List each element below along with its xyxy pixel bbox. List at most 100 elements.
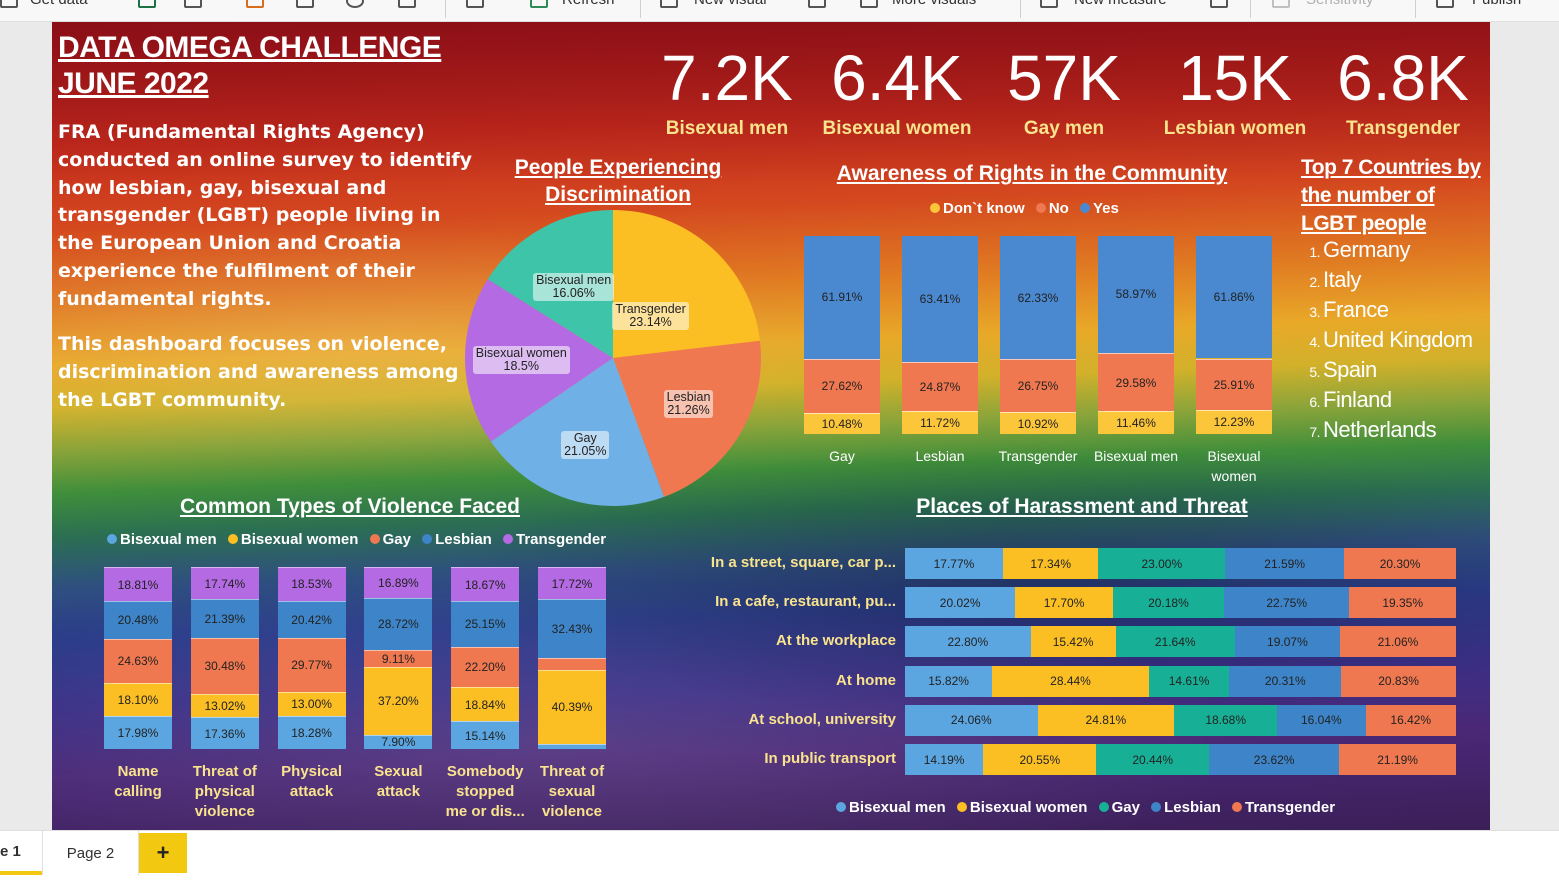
violence-bar[interactable]: 7.90% 37.20% 9.11% 28.72% 16.89% bbox=[364, 567, 433, 749]
legend-item[interactable]: Bisexual men bbox=[107, 531, 217, 548]
legend-item[interactable]: Bisexual women bbox=[956, 799, 1087, 816]
legend-item[interactable]: Don`t know bbox=[930, 200, 1025, 217]
add-page-button[interactable]: + bbox=[139, 833, 187, 873]
kpi-card-lesbian-women[interactable]: 15K Lesbian women bbox=[1157, 46, 1313, 140]
harassment-segment[interactable]: 24.06% bbox=[905, 704, 1038, 736]
violence-segment[interactable]: 32.43% bbox=[538, 599, 606, 659]
harassment-segment[interactable]: 22.80% bbox=[905, 626, 1031, 658]
new-visual-button[interactable]: New visual bbox=[694, 0, 767, 8]
legend-item[interactable]: Lesbian bbox=[1151, 799, 1221, 816]
kpi-card-bisexual-women[interactable]: 6.4K Bisexual women bbox=[817, 46, 977, 140]
awareness-segment[interactable]: 62.33% bbox=[1000, 236, 1076, 360]
violence-segment[interactable]: 30.48% bbox=[190, 638, 259, 694]
legend-item[interactable]: Bisexual men bbox=[836, 799, 946, 816]
violence-segment[interactable]: 20.42% bbox=[277, 600, 346, 638]
violence-segment[interactable]: 21.39% bbox=[190, 599, 259, 639]
harassment-segment[interactable]: 18.68% bbox=[1174, 704, 1278, 736]
publish-icon[interactable] bbox=[1436, 0, 1454, 8]
violence-segment[interactable]: 40.39% bbox=[538, 670, 606, 744]
awareness-bar[interactable]: 11.46% 29.58% 58.97% bbox=[1098, 236, 1174, 434]
violence-segment[interactable]: 9.11% bbox=[364, 650, 433, 667]
harassment-bar[interactable]: 24.06% 24.81% 18.68% 16.04% 16.42% bbox=[905, 704, 1456, 736]
harassment-bar[interactable]: 22.80% 15.42% 21.64% 19.07% 21.06% bbox=[905, 626, 1456, 658]
awareness-segment[interactable]: 58.97% bbox=[1098, 236, 1174, 353]
kpi-card-bisexual-men[interactable]: 7.2K Bisexual men bbox=[650, 46, 804, 140]
get-data-button[interactable]: Get data bbox=[30, 0, 88, 8]
harassment-segment[interactable]: 20.02% bbox=[905, 587, 1016, 619]
quick-measure-icon[interactable] bbox=[1210, 0, 1228, 8]
harassment-segment[interactable]: 21.59% bbox=[1225, 548, 1345, 579]
violence-segment[interactable]: 13.02% bbox=[190, 693, 259, 718]
awareness-segment[interactable]: 61.91% bbox=[804, 236, 880, 359]
harassment-segment[interactable]: 20.31% bbox=[1229, 665, 1342, 697]
violence-bar[interactable]: 18.28% 13.00% 29.77% 20.42% 18.53% bbox=[277, 567, 346, 749]
edit-queries-icon[interactable] bbox=[466, 0, 484, 8]
awareness-bar[interactable]: 12.23% 25.91% 61.86% bbox=[1196, 236, 1272, 434]
violence-segment[interactable]: 16.89% bbox=[364, 567, 433, 598]
harassment-segment[interactable]: 17.77% bbox=[905, 548, 1003, 579]
harassment-segment[interactable]: 22.75% bbox=[1224, 587, 1350, 619]
dataverse-icon[interactable] bbox=[246, 0, 264, 8]
violence-segment[interactable]: 15.14% bbox=[451, 721, 520, 749]
harassment-segment[interactable]: 16.42% bbox=[1365, 704, 1456, 736]
harassment-segment[interactable]: 17.70% bbox=[1015, 587, 1113, 619]
harassment-segment[interactable]: 14.19% bbox=[905, 744, 984, 775]
violence-segment[interactable]: 24.63% bbox=[104, 638, 172, 684]
violence-bar[interactable]: 17.98% 18.10% 24.63% 20.48% 18.81% bbox=[104, 567, 172, 749]
violence-segment[interactable]: 18.67% bbox=[451, 567, 520, 601]
legend-item[interactable]: Gay bbox=[1098, 799, 1140, 816]
harassment-chart[interactable]: 17.77% 17.34% 23.00% 21.59% 20.30% 20.02% 17.7… bbox=[905, 548, 1456, 778]
harassment-segment[interactable]: 16.04% bbox=[1277, 704, 1366, 736]
publish-button[interactable]: Publish bbox=[1472, 0, 1521, 8]
harassment-segment[interactable]: 21.06% bbox=[1339, 626, 1456, 658]
violence-segment[interactable]: 13.00% bbox=[277, 692, 346, 716]
legend-item[interactable]: Transgender bbox=[503, 531, 606, 548]
legend-item[interactable]: Bisexual women bbox=[227, 531, 358, 548]
kpi-card-transgender[interactable]: 6.8K Transgender bbox=[1328, 46, 1478, 140]
harassment-segment[interactable]: 17.34% bbox=[1002, 548, 1099, 579]
violence-bar[interactable]: 17.36% 13.02% 30.48% 21.39% 17.74% bbox=[190, 567, 259, 749]
violence-segment[interactable]: 17.74% bbox=[190, 567, 259, 600]
violence-segment[interactable]: 18.81% bbox=[104, 567, 172, 602]
violence-segment[interactable]: 18.53% bbox=[277, 567, 346, 601]
violence-bar[interactable]: 40.39% 32.43% 17.72% bbox=[538, 567, 606, 749]
violence-segment[interactable]: 28.72% bbox=[364, 597, 433, 651]
sensitivity-button[interactable]: Sensitivity bbox=[1306, 0, 1374, 8]
violence-segment[interactable]: 18.84% bbox=[451, 687, 520, 722]
transform-icon[interactable] bbox=[398, 0, 416, 8]
violence-bar[interactable]: 15.14% 18.84% 22.20% 25.15% 18.67% bbox=[451, 567, 520, 749]
harassment-segment[interactable]: 20.44% bbox=[1096, 744, 1210, 775]
awareness-bar[interactable]: 10.48% 27.62% 61.91% bbox=[804, 236, 880, 434]
harassment-segment[interactable]: 21.64% bbox=[1115, 626, 1235, 658]
more-visuals-icon[interactable] bbox=[860, 0, 878, 8]
refresh-button[interactable]: Refresh bbox=[562, 0, 615, 8]
awareness-segment[interactable]: 26.75% bbox=[1000, 359, 1076, 413]
violence-segment[interactable]: 22.20% bbox=[451, 646, 520, 688]
enter-data-icon[interactable] bbox=[296, 0, 314, 8]
violence-segment[interactable]: 17.98% bbox=[104, 716, 172, 749]
recent-sources-icon[interactable] bbox=[346, 0, 364, 8]
kpi-card-gay-men[interactable]: 57K Gay men bbox=[996, 46, 1132, 140]
violence-segment[interactable] bbox=[538, 658, 606, 670]
sensitivity-icon[interactable] bbox=[1272, 0, 1290, 8]
awareness-segment[interactable]: 63.41% bbox=[902, 236, 978, 362]
text-box-icon[interactable] bbox=[808, 0, 826, 8]
excel-icon[interactable] bbox=[138, 0, 156, 8]
legend-item[interactable]: Lesbian bbox=[422, 531, 492, 548]
awareness-segment[interactable]: 61.86% bbox=[1196, 236, 1272, 359]
harassment-bar[interactable]: 20.02% 17.70% 20.18% 22.75% 19.35% bbox=[905, 587, 1456, 619]
harassment-segment[interactable]: 20.18% bbox=[1112, 587, 1225, 619]
violence-segment[interactable]: 25.15% bbox=[451, 601, 520, 647]
new-measure-button[interactable]: New measure bbox=[1074, 0, 1167, 8]
awareness-segment[interactable]: 25.91% bbox=[1196, 358, 1272, 410]
harassment-segment[interactable]: 14.61% bbox=[1148, 665, 1230, 697]
harassment-segment[interactable]: 24.81% bbox=[1037, 704, 1175, 736]
awareness-segment[interactable]: 11.72% bbox=[902, 410, 978, 434]
awareness-segment[interactable]: 27.62% bbox=[804, 358, 880, 414]
tab-page-1[interactable]: e 1 bbox=[0, 831, 42, 875]
datahub-icon[interactable] bbox=[184, 0, 202, 8]
violence-segment[interactable] bbox=[538, 743, 606, 749]
calculator-icon[interactable] bbox=[1040, 0, 1058, 8]
awareness-segment[interactable]: 11.46% bbox=[1098, 411, 1174, 434]
harassment-segment[interactable]: 21.19% bbox=[1339, 744, 1456, 775]
